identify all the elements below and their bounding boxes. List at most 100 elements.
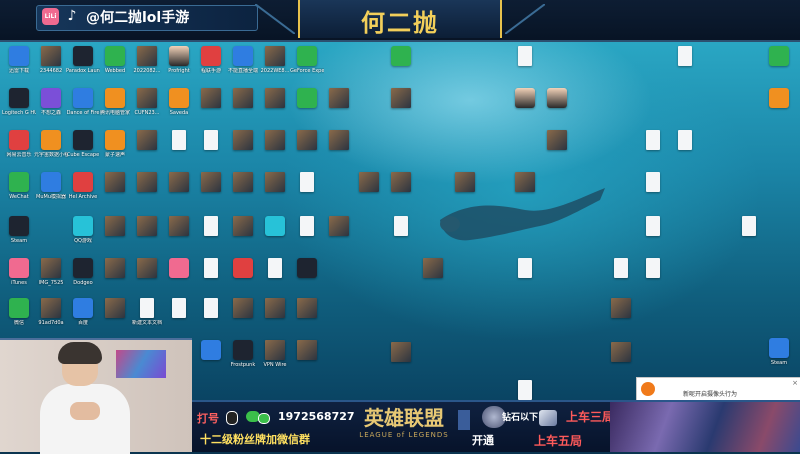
desktop-icon-x19[interactable] xyxy=(194,258,228,294)
desktop-icon-x40[interactable] xyxy=(290,340,324,376)
desktop-icon-x1[interactable] xyxy=(98,172,132,208)
desktop-icon-x4[interactable] xyxy=(98,298,132,334)
desktop-icon-x52[interactable] xyxy=(508,46,542,82)
desktop-icon-x34[interactable] xyxy=(290,88,324,124)
desktop-icon-x3[interactable] xyxy=(98,258,132,294)
desktop-icon-x35[interactable] xyxy=(290,130,324,166)
desktop-icon-x33[interactable] xyxy=(258,298,292,334)
desktop-icon-x27[interactable] xyxy=(226,298,260,334)
desktop-icon-x65[interactable] xyxy=(636,258,670,294)
desktop-icon-x29[interactable] xyxy=(258,130,292,166)
desktop-icon-15[interactable]: CUFN23... xyxy=(130,88,164,124)
desktop-icon-x25[interactable] xyxy=(226,216,260,252)
desktop-icon-x22[interactable] xyxy=(226,88,260,124)
desktop-icon-18[interactable]: 元宇宙数据小程序 xyxy=(34,130,68,166)
desktop-icon-1[interactable]: 迅雷下载 xyxy=(2,46,36,82)
desktop-icon-x54[interactable] xyxy=(540,88,574,124)
desktop-icon-x47[interactable] xyxy=(384,172,418,208)
desktop-icon-x57[interactable] xyxy=(508,258,542,294)
desktop-icon-x17[interactable] xyxy=(194,172,228,208)
desktop-icon-x36[interactable] xyxy=(290,172,324,208)
desktop-icon-29[interactable]: 微信 xyxy=(2,298,36,334)
desktop-icon-x53[interactable] xyxy=(508,88,542,124)
desktop-icon-x11[interactable] xyxy=(162,172,196,208)
desktop-icon-10[interactable]: GeForce Experience xyxy=(290,46,324,82)
desktop-icon-34[interactable]: VPN Wire xyxy=(258,340,292,376)
desktop-icon-14[interactable]: 腾讯电脑管家 xyxy=(98,88,132,124)
desktop-icon-x56[interactable] xyxy=(508,172,542,208)
desktop-icon-32[interactable]: 新建文本文档 xyxy=(130,298,164,334)
desktop-icon-x12[interactable] xyxy=(162,216,196,252)
desktop-icon-13[interactable]: Dance of Fire xyxy=(66,88,100,124)
desktop-icon-x28[interactable] xyxy=(258,88,292,124)
desktop-icon-20[interactable]: 蒙子速声 xyxy=(98,130,132,166)
desktop-icon-x7[interactable] xyxy=(130,172,164,208)
desktop-icon-19[interactable]: Cube Escape xyxy=(66,130,100,166)
desktop-icon-x30[interactable] xyxy=(258,172,292,208)
desktop-icon-x24[interactable] xyxy=(226,172,260,208)
desktop-icon-x23[interactable] xyxy=(226,130,260,166)
desktop-icon-23[interactable]: Hel Archive xyxy=(66,172,100,208)
desktop-icon-x55[interactable] xyxy=(540,130,574,166)
desktop-icon-31[interactable]: 百度 xyxy=(66,298,100,334)
desktop-icon-x42[interactable] xyxy=(322,130,356,166)
desktop-icon-26[interactable]: iTunes xyxy=(2,258,36,294)
desktop-icon-x61[interactable] xyxy=(604,342,638,378)
desktop-icon-x6[interactable] xyxy=(130,130,164,166)
desktop-icon-x67[interactable] xyxy=(668,130,702,166)
desktop-icon-25[interactable]: Steam xyxy=(2,216,36,252)
desktop-icon-x26[interactable] xyxy=(226,258,260,294)
desktop-icon-x20[interactable] xyxy=(194,298,228,334)
desktop-icon-7[interactable]: 程联手游 xyxy=(194,46,228,82)
desktop-icon-11[interactable]: Logitech G HUB xyxy=(2,88,36,124)
desktop-icon-x58[interactable] xyxy=(508,380,542,400)
desktop-icon-22[interactable]: MuMu模拟器 xyxy=(34,172,68,208)
desktop-icon-17[interactable]: 网易云音乐 xyxy=(2,130,36,166)
desktop-icon-35[interactable]: Steam xyxy=(762,338,796,374)
desktop-icon-x44[interactable] xyxy=(352,172,386,208)
desktop-icon-x10[interactable] xyxy=(162,130,196,166)
desktop-icon-24[interactable]: QQ游戏 xyxy=(66,216,100,252)
desktop-icon-16[interactable]: Saveda xyxy=(162,88,196,124)
desktop-icon-x59[interactable] xyxy=(604,258,638,294)
desktop-icon-x41[interactable] xyxy=(322,88,356,124)
desktop-icon-x32[interactable] xyxy=(258,258,292,294)
desktop-icon-4[interactable]: Webbed xyxy=(98,46,132,82)
desktop-icon-x39[interactable] xyxy=(290,298,324,334)
desktop-icon-28[interactable]: Dodgeo xyxy=(66,258,100,294)
desktop-icon-x31[interactable] xyxy=(258,216,292,252)
desktop-icon-21[interactable]: WeChat xyxy=(2,172,36,208)
desktop-icon-x16[interactable] xyxy=(194,130,228,166)
close-icon[interactable]: × xyxy=(792,379,798,387)
desktop-icon-12[interactable]: 不想之森 xyxy=(34,88,68,124)
desktop-icon-x43[interactable] xyxy=(322,216,356,252)
desktop-icon-x48[interactable] xyxy=(384,216,418,252)
desktop-icon-x51[interactable] xyxy=(448,172,482,208)
desktop-icon-x2[interactable] xyxy=(98,216,132,252)
desktop-icon-x45[interactable] xyxy=(384,46,418,82)
desktop-icon-x62[interactable] xyxy=(636,130,670,166)
desktop-icon-6[interactable]: Profright xyxy=(162,46,196,82)
desktop-icon-x14[interactable] xyxy=(162,298,196,334)
desktop-icon-27[interactable]: IMG_7525 xyxy=(34,258,68,294)
desktop-icon-9[interactable]: 2022WE8... xyxy=(258,46,292,82)
desktop-icon-x13[interactable] xyxy=(162,258,196,294)
desktop-icon-33[interactable]: Frostpunk xyxy=(226,340,260,376)
desktop-icon-x15[interactable] xyxy=(194,88,228,124)
desktop-icon-8[interactable]: 不能直播全端 xyxy=(226,46,260,82)
desktop-icon-x69[interactable] xyxy=(762,46,796,82)
desktop-icon-x46[interactable] xyxy=(384,88,418,124)
desktop-icon-x37[interactable] xyxy=(290,216,324,252)
desktop-icon-x21[interactable] xyxy=(194,340,228,376)
desktop-icon-x64[interactable] xyxy=(636,216,670,252)
desktop-icon-5[interactable]: 2022082... xyxy=(130,46,164,82)
desktop-icon-x38[interactable] xyxy=(290,258,324,294)
desktop-icon-2[interactable]: 2344682 xyxy=(34,46,68,82)
desktop-icon-x18[interactable] xyxy=(194,216,228,252)
desktop-icon-x66[interactable] xyxy=(668,46,702,82)
desktop-icon-30[interactable]: 91ad7d0a xyxy=(34,298,68,334)
desktop-icon-x68[interactable] xyxy=(732,216,766,252)
desktop-icon-x63[interactable] xyxy=(636,172,670,208)
desktop-icon-x50[interactable] xyxy=(416,258,450,294)
desktop-icon-3[interactable]: Paradox Launcher v2 xyxy=(66,46,100,82)
